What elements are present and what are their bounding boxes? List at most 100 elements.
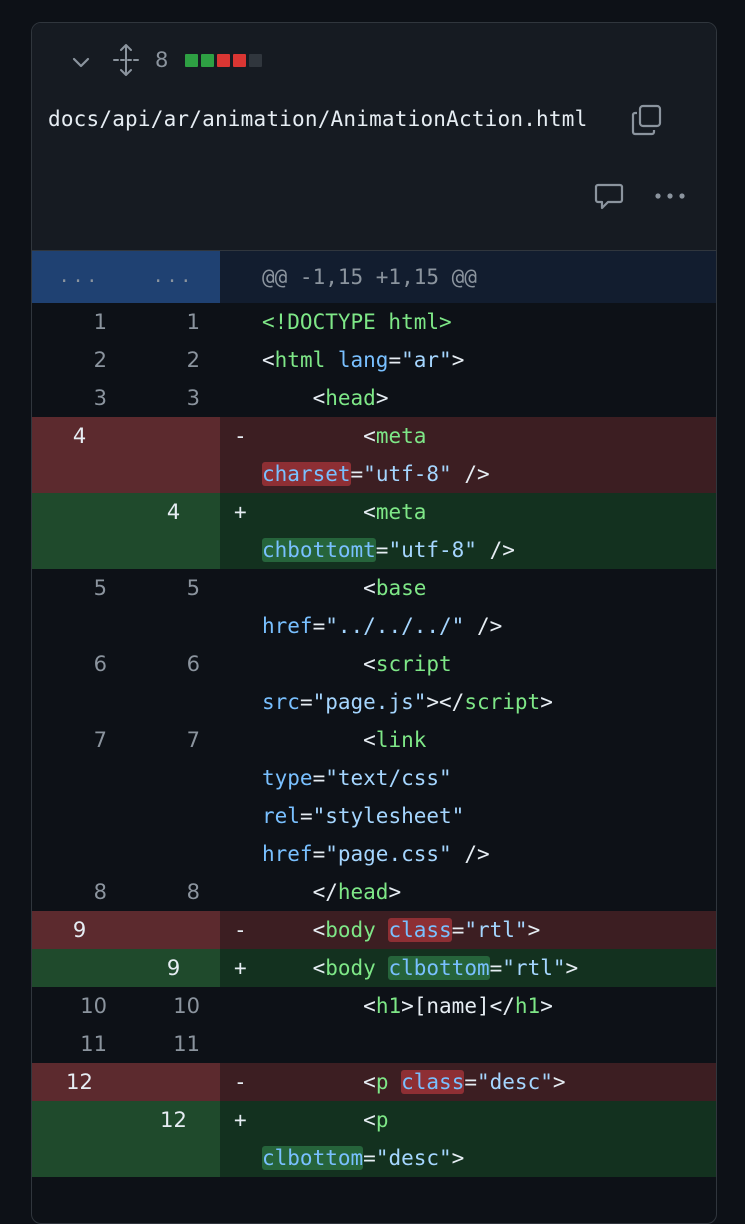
diff-line: 3 3 <head> xyxy=(32,379,716,417)
new-line-number[interactable]: 5 xyxy=(127,569,220,645)
code-line: <head> xyxy=(262,379,716,417)
diffstat-block xyxy=(217,54,230,67)
old-line-number[interactable]: 11 xyxy=(32,1025,127,1063)
new-line-number[interactable]: 7 xyxy=(127,721,220,873)
code-token: meta xyxy=(375,424,427,448)
new-line-number[interactable]: 8 xyxy=(127,873,220,911)
code-line: <html lang="ar"> xyxy=(262,341,716,379)
code-token: "utf-8" xyxy=(388,538,477,562)
code-token-highlight: clbottom xyxy=(388,956,490,980)
old-line-number[interactable]: 3 xyxy=(32,379,127,417)
diff-marker: - xyxy=(220,1063,262,1101)
diff-marker xyxy=(220,987,262,1025)
file-header: 8 docs/api/ar/animation/AnimationAction.… xyxy=(32,23,716,251)
code-token: "text/css" xyxy=(325,766,452,790)
diff-line: 8 8 </head> xyxy=(32,873,716,911)
code-token-highlight: class xyxy=(401,1070,465,1094)
code-token: < xyxy=(363,500,376,524)
code-token: < xyxy=(363,1108,376,1132)
new-line-number[interactable]: 4 xyxy=(127,493,220,569)
code-token: = xyxy=(375,538,389,562)
diff-marker xyxy=(220,645,262,721)
old-line-number[interactable]: 12 xyxy=(32,1063,127,1101)
code-token: >[name]</ xyxy=(401,994,515,1018)
code-token: < xyxy=(262,348,275,372)
code-token: > xyxy=(451,348,465,372)
code-token: h1 xyxy=(514,994,541,1018)
diffstat xyxy=(185,54,262,67)
old-line-number[interactable]: 6 xyxy=(32,645,127,721)
code-token: head xyxy=(337,880,389,904)
diff-marker xyxy=(220,721,262,873)
old-line-number[interactable]: 10 xyxy=(32,987,127,1025)
new-line-number[interactable]: 11 xyxy=(127,1025,220,1063)
expand-up-new[interactable]: ... xyxy=(127,251,220,303)
old-line-number[interactable]: 5 xyxy=(32,569,127,645)
code-token: < xyxy=(363,652,376,676)
file-path[interactable]: docs/api/ar/animation/AnimationAction.ht… xyxy=(48,107,587,131)
old-line-number[interactable]: 7 xyxy=(32,721,127,873)
old-line-number[interactable]: 8 xyxy=(32,873,127,911)
new-line-number[interactable]: 2 xyxy=(127,341,220,379)
new-line-number[interactable]: 12 xyxy=(127,1101,220,1177)
code-line: <!DOCTYPE html> xyxy=(262,303,716,341)
new-line-number[interactable]: 3 xyxy=(127,379,220,417)
code-token: < xyxy=(363,994,376,1018)
code-token: > xyxy=(540,690,553,714)
diff-marker: + xyxy=(220,1101,262,1177)
old-line-number[interactable] xyxy=(32,493,127,569)
code-token: body xyxy=(325,956,376,980)
code-line: <p class="desc"> xyxy=(262,1063,716,1101)
code-token: < xyxy=(312,956,326,980)
diff-marker xyxy=(220,341,262,379)
code-token-highlight: charset xyxy=(262,462,351,486)
code-line: <script src="page.js"></script> xyxy=(262,645,716,721)
code-token: "desc" xyxy=(375,1146,452,1170)
old-line-number[interactable]: 4 xyxy=(32,417,127,493)
unfold-icon[interactable] xyxy=(112,43,140,77)
comment-icon[interactable] xyxy=(594,181,624,211)
new-line-number[interactable]: 9 xyxy=(127,949,220,987)
code-line: <meta chbottomt="utf-8" /> xyxy=(262,493,716,569)
diff-marker: + xyxy=(220,949,262,987)
new-line-number[interactable]: 1 xyxy=(127,303,220,341)
chevron-down-icon[interactable] xyxy=(70,51,92,73)
new-line-number[interactable]: 10 xyxy=(127,987,220,1025)
code-line: <link type="text/css" rel="stylesheet" href… xyxy=(262,721,716,873)
old-line-number[interactable]: 1 xyxy=(32,303,127,341)
expand-up-old[interactable]: ... xyxy=(32,251,127,303)
code-token-highlight: chbottomt xyxy=(262,538,376,562)
old-line-number[interactable]: 2 xyxy=(32,341,127,379)
code-token: h1 xyxy=(375,994,402,1018)
diff-line: 2 2 <html lang="ar"> xyxy=(32,341,716,379)
old-line-number[interactable]: 9 xyxy=(32,911,127,949)
code-line: <h1>[name]</h1> xyxy=(262,987,716,1025)
code-token: "stylesheet" xyxy=(312,804,465,828)
new-line-number[interactable]: 6 xyxy=(127,645,220,721)
diff-line-added: 4 + <meta chbottomt="utf-8" /> xyxy=(32,493,716,569)
old-line-number[interactable] xyxy=(32,1101,127,1177)
diff-line-deleted: 4 - <meta charset="utf-8" /> xyxy=(32,417,716,493)
code-token: /> xyxy=(476,538,515,562)
new-line-number[interactable] xyxy=(127,1063,220,1101)
new-line-number[interactable] xyxy=(127,911,220,949)
new-line-number[interactable] xyxy=(127,417,220,493)
diff-table: ... ... @@ -1,15 +1,15 @@ 1 1 <!DOCTYPE … xyxy=(32,251,716,1177)
old-line-number[interactable] xyxy=(32,949,127,987)
copy-icon[interactable] xyxy=(630,103,664,137)
code-token-highlight: class xyxy=(388,918,452,942)
code-token: meta xyxy=(375,500,427,524)
code-token: > xyxy=(552,1070,566,1094)
code-token: /> xyxy=(464,614,503,638)
kebab-horizontal-icon[interactable] xyxy=(652,181,688,211)
code-token: /> xyxy=(451,842,490,866)
